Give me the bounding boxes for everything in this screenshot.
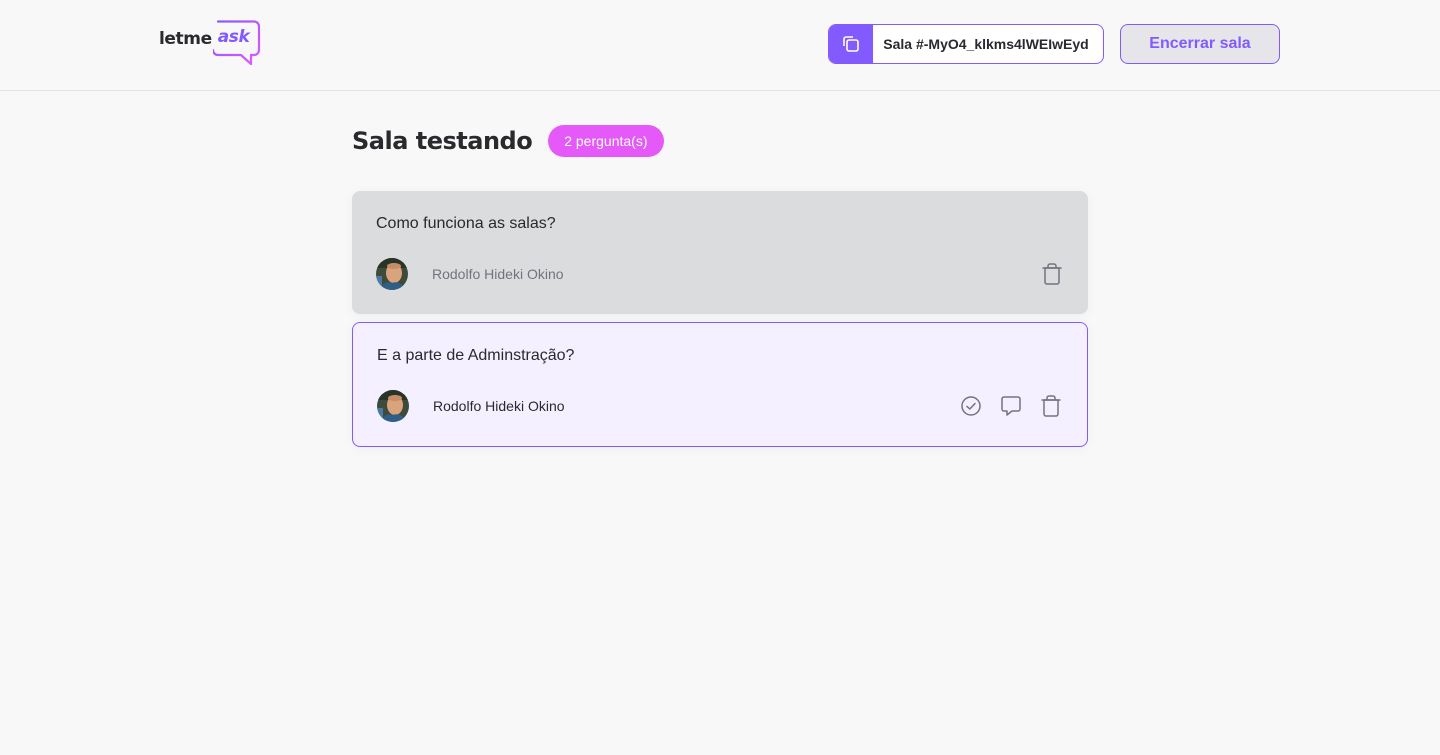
avatar [376, 258, 408, 290]
question-actions [959, 394, 1063, 418]
question-card-highlighted: E a parte de Adminstração? Rodolfo Hidek… [352, 322, 1088, 447]
room-code-copy-button[interactable]: Sala #-MyO4_klkms4lWEIwEyd [828, 24, 1104, 64]
question-author: Rodolfo Hideki Okino [376, 258, 564, 290]
question-footer: Rodolfo Hideki Okino [377, 390, 1063, 422]
logo-text-ask: ask [217, 27, 250, 47]
question-author: Rodolfo Hideki Okino [377, 390, 565, 422]
author-name: Rodolfo Hideki Okino [433, 398, 565, 414]
page-title: Sala testando [352, 127, 533, 155]
page-header: letme ask Sala #-MyO4_klkms4lWEIwEyd Enc… [0, 0, 1440, 91]
copy-icon[interactable] [829, 25, 873, 63]
question-count-badge: 2 pergunta(s) [548, 125, 664, 157]
close-room-button[interactable]: Encerrar sala [1120, 24, 1280, 64]
check-circle-icon[interactable] [959, 394, 983, 418]
question-content: Como funciona as salas? [376, 215, 556, 232]
main-content: Sala testando 2 pergunta(s) Como funcion… [352, 91, 1088, 447]
room-code-label: Sala #-MyO4_klkms4lWEIwEyd [883, 36, 1089, 52]
question-actions [1040, 262, 1064, 286]
question-content: E a parte de Adminstração? [377, 347, 575, 364]
trash-icon[interactable] [1039, 394, 1063, 418]
question-footer: Rodolfo Hideki Okino [376, 258, 1064, 290]
room-title-row: Sala testando 2 pergunta(s) [352, 125, 1088, 157]
trash-icon[interactable] [1040, 262, 1064, 286]
avatar [377, 390, 409, 422]
letmeask-logo: letme ask [159, 20, 261, 66]
logo-speech-bubble: ask [212, 20, 261, 66]
logo-text-letme: letme [159, 29, 212, 49]
author-name: Rodolfo Hideki Okino [432, 266, 564, 282]
message-icon[interactable] [999, 394, 1023, 418]
question-card-answered: Como funciona as salas? Rodolfo Hideki O… [352, 191, 1088, 314]
